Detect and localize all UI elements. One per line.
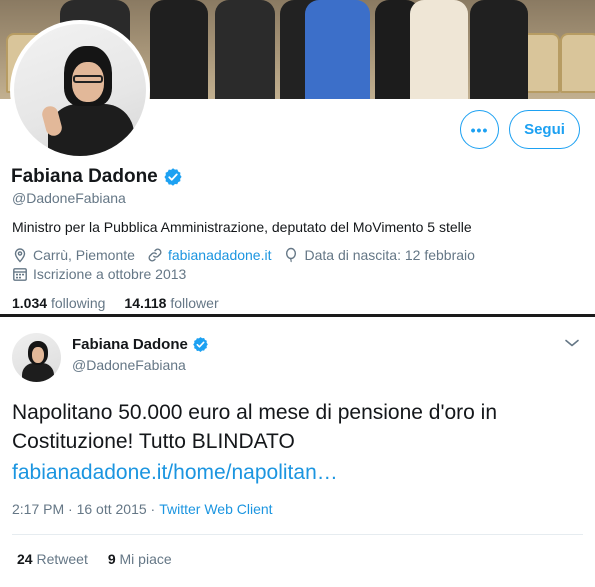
avatar-body [22, 363, 54, 382]
verified-badge-icon [164, 168, 182, 186]
balloon-icon [286, 247, 297, 263]
tweet-author-name-text: Fabiana Dadone [72, 336, 188, 353]
banner-person [305, 0, 370, 99]
section-divider [0, 314, 595, 317]
following-stat[interactable]: 1.034 following [12, 295, 105, 311]
calendar-icon [13, 268, 27, 281]
likes-stat[interactable]: 9 Mi piace [108, 551, 172, 567]
tweet-author-handle[interactable]: @DadoneFabiana [72, 357, 186, 373]
banner-chair [560, 33, 595, 93]
tweet-time-text[interactable]: 2:17 PM · 16 ott 2015 · [12, 501, 155, 517]
tweet-author-name[interactable]: Fabiana Dadone [72, 336, 209, 353]
profile-meta-row: Carrù, Piemonte fabianadadone.it Data di… [12, 247, 487, 263]
follow-button[interactable]: Segui [509, 110, 580, 149]
profile-birthdate-text: Data di nascita: 12 febbraio [304, 247, 475, 263]
profile-location-text: Carrù, Piemonte [33, 247, 135, 263]
followers-count: 14.118 [124, 295, 167, 311]
profile-display-name: Fabiana Dadone [11, 166, 183, 188]
link-icon [148, 248, 162, 262]
chevron-down-icon[interactable] [563, 336, 581, 350]
profile-website[interactable]: fabianadadone.it [147, 247, 272, 263]
tweet-timestamp: 2:17 PM · 16 ott 2015 · Twitter Web Clie… [12, 501, 273, 517]
likes-label: Mi piace [119, 551, 172, 567]
retweets-label: Retweet [36, 551, 88, 567]
following-label: following [50, 295, 106, 311]
banner-person [470, 0, 528, 99]
profile-website-link[interactable]: fabianadadone.it [168, 247, 272, 263]
tweet-author-avatar[interactable] [12, 333, 61, 382]
profile-avatar[interactable] [10, 20, 150, 160]
profile-joined: Iscrizione a ottobre 2013 [12, 266, 186, 282]
profile-birthdate: Data di nascita: 12 febbraio [283, 247, 475, 263]
avatar-body [48, 104, 134, 156]
location-pin-icon [14, 248, 26, 263]
avatar-face [32, 347, 44, 363]
profile-location: Carrù, Piemonte [12, 247, 135, 263]
likes-count: 9 [107, 551, 116, 567]
avatar-glasses [73, 75, 103, 83]
profile-stats: 1.034 following 14.118 follower [12, 295, 219, 311]
tweet-stats: 24 Retweet 9 Mi piace [17, 551, 172, 567]
banner-person [215, 0, 275, 99]
more-options-button[interactable]: ••• [460, 110, 499, 149]
retweets-count: 24 [17, 551, 33, 567]
followers-label: follower [170, 295, 219, 311]
banner-person [150, 0, 208, 99]
profile-handle[interactable]: @DadoneFabiana [12, 190, 126, 206]
followers-stat[interactable]: 14.118 follower [124, 295, 218, 311]
following-count: 1.034 [12, 295, 48, 311]
tweet-text: Napolitano 50.000 euro al mese di pensio… [12, 401, 498, 453]
follow-label: Segui [524, 121, 565, 138]
more-options-label: ••• [470, 121, 489, 138]
profile-joined-text: Iscrizione a ottobre 2013 [33, 266, 187, 282]
profile-name-text: Fabiana Dadone [11, 166, 158, 187]
retweets-stat[interactable]: 24 Retweet [17, 551, 88, 567]
profile-joined-row: Iscrizione a ottobre 2013 [12, 266, 198, 282]
tweet-link[interactable]: fabianadadone.it/home/napolitan… [12, 458, 338, 487]
tweet-client-link[interactable]: Twitter Web Client [159, 501, 272, 517]
tweet-divider [12, 534, 583, 535]
banner-person [410, 0, 468, 99]
profile-bio: Ministro per la Pubblica Amministrazione… [12, 219, 472, 235]
verified-badge-icon [193, 337, 208, 352]
